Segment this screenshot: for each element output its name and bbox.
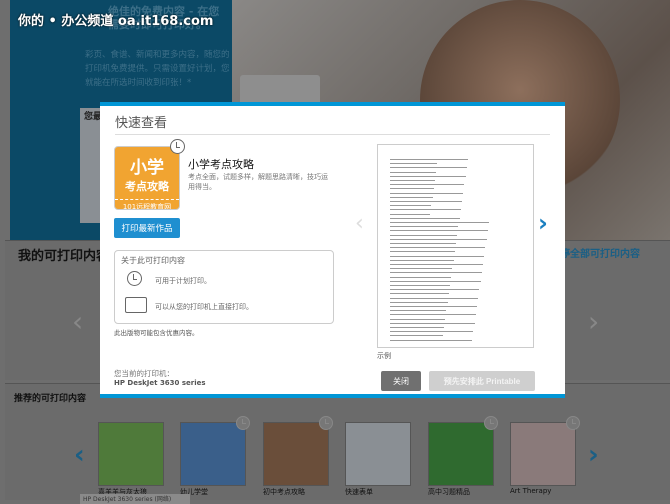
current-printer-label: 您当前的打印机： xyxy=(114,369,174,378)
hero-text: 彩页、食谱、新闻和更多内容，随您的打印机免费提供。只需设置好计划，您就能在所选时… xyxy=(85,50,230,88)
preview-text-line xyxy=(390,192,464,194)
preview-text-line xyxy=(390,213,431,215)
preview-text-line xyxy=(390,234,458,236)
preview-text-line xyxy=(390,268,453,270)
tooltip: HP DeskJet 3630 series (网络) xyxy=(80,494,190,504)
preview-text-line xyxy=(390,171,437,173)
sample-preview xyxy=(377,144,534,348)
chevron-left-icon[interactable]: ‹ xyxy=(355,211,364,236)
preview-text-line xyxy=(390,306,477,307)
preview-text-line xyxy=(390,255,485,257)
preview-text-line xyxy=(390,201,462,202)
recommended-title: 推荐的可打印内容 xyxy=(14,394,87,404)
preview-text-line xyxy=(390,280,481,282)
preview-text-line xyxy=(390,188,434,190)
close-button[interactable]: 关闭 xyxy=(381,371,421,391)
preview-text-line xyxy=(390,272,482,274)
chevron-left-icon[interactable]: ‹ xyxy=(72,305,83,338)
preview-text-line xyxy=(390,276,452,278)
clock-icon xyxy=(484,416,498,430)
preview-text-line xyxy=(390,259,454,261)
printable-title: 小学考点攻略 xyxy=(188,158,254,171)
preview-text-line xyxy=(390,301,448,303)
chevron-left-icon[interactable]: ‹ xyxy=(74,440,85,470)
preview-text-line xyxy=(390,297,479,299)
recommended-label[interactable]: 快速表单 xyxy=(345,487,373,497)
recommended-label[interactable]: 高中习题精品 xyxy=(428,487,470,497)
about-title: 关于此可打印内容 xyxy=(121,256,185,265)
preview-text-line xyxy=(390,217,460,219)
preview-text-line xyxy=(390,243,456,244)
clock-icon xyxy=(566,416,580,430)
preview-text-line xyxy=(390,196,433,198)
preview-text-line xyxy=(390,327,444,328)
chevron-right-icon[interactable]: › xyxy=(588,440,599,470)
preview-text-line xyxy=(390,339,473,341)
recommended-label[interactable]: 初中考点攻略 xyxy=(263,487,305,497)
touch-print-icon xyxy=(125,297,147,313)
about-box: 关于此可打印内容 可用于计划打印。 可以从您的打印机上直接打印。 xyxy=(114,250,334,324)
direct-print-info: 可以从您的打印机上直接打印。 xyxy=(155,303,253,311)
preview-text-line xyxy=(390,159,468,160)
recommended-thumbnail[interactable] xyxy=(345,422,411,486)
preview-text-line xyxy=(390,180,435,181)
recommended-thumbnail[interactable] xyxy=(510,422,576,486)
preview-text-line xyxy=(390,163,438,165)
dialog-title: 快速查看 xyxy=(115,116,168,131)
preview-text-line xyxy=(390,285,450,286)
hero-printer-image xyxy=(240,75,320,105)
printable-description: 考点全面，试题多样，解题思路清晰，技巧运用得当。 xyxy=(188,173,328,191)
schedule-printable-button[interactable]: 预先安排此 Printable xyxy=(429,371,535,391)
preview-text-line xyxy=(390,293,449,295)
watermark: 你的 • 办公频道 oa.it168.com xyxy=(18,14,214,29)
clock-icon xyxy=(127,271,142,286)
preview-text-line xyxy=(390,331,474,333)
preview-text-line xyxy=(390,251,455,253)
recommended-thumbnail[interactable] xyxy=(98,422,164,486)
preview-text-line xyxy=(390,314,476,316)
preview-text-line xyxy=(390,222,489,223)
icon-text: 小学 xyxy=(130,158,164,178)
preview-text-line xyxy=(390,184,465,186)
icon-text: 101远程教育网 xyxy=(115,199,179,209)
preview-text-line xyxy=(390,318,446,320)
preview-text-line xyxy=(390,247,486,249)
recommended-label[interactable]: Art Therapy xyxy=(510,487,551,495)
clock-icon xyxy=(236,416,250,430)
clock-icon xyxy=(319,416,333,430)
my-printables-title: 我的可打印内容 xyxy=(18,249,110,264)
preview-text-line xyxy=(390,205,432,207)
icon-text: 考点攻略 xyxy=(125,180,169,193)
preview-text-line xyxy=(390,289,480,291)
chevron-right-icon[interactable]: › xyxy=(538,209,548,237)
promo-note: 此出版物可能包含优惠内容。 xyxy=(114,329,199,337)
preview-text-line xyxy=(390,310,447,312)
clock-icon xyxy=(170,139,185,154)
preview-text-line xyxy=(390,230,488,232)
recommended-thumbnail[interactable] xyxy=(428,422,494,486)
preview-text-line xyxy=(390,226,459,228)
sample-label: 示例 xyxy=(377,352,391,360)
preview-text-line xyxy=(390,335,443,337)
chevron-right-icon[interactable]: › xyxy=(588,305,599,338)
preview-text-line xyxy=(390,167,467,169)
schedule-info: 可用于计划打印。 xyxy=(155,277,211,285)
preview-text-line xyxy=(390,238,487,240)
recommended-thumbnail[interactable] xyxy=(180,422,246,486)
preview-text-line xyxy=(390,322,475,324)
preview-text-line xyxy=(390,209,461,211)
print-latest-button[interactable]: 打印最新作品 xyxy=(114,218,180,238)
preview-text-line xyxy=(390,264,483,265)
recommended-thumbnail[interactable] xyxy=(263,422,329,486)
divider xyxy=(115,134,550,135)
quick-view-dialog: 快速查看 小学 考点攻略 101远程教育网 小学考点攻略 考点全面，试题多样，解… xyxy=(100,102,565,398)
printable-icon: 小学 考点攻略 101远程教育网 xyxy=(114,146,180,210)
preview-text-line xyxy=(390,175,466,177)
current-printer-name: HP DeskJet 3630 series xyxy=(114,379,206,387)
